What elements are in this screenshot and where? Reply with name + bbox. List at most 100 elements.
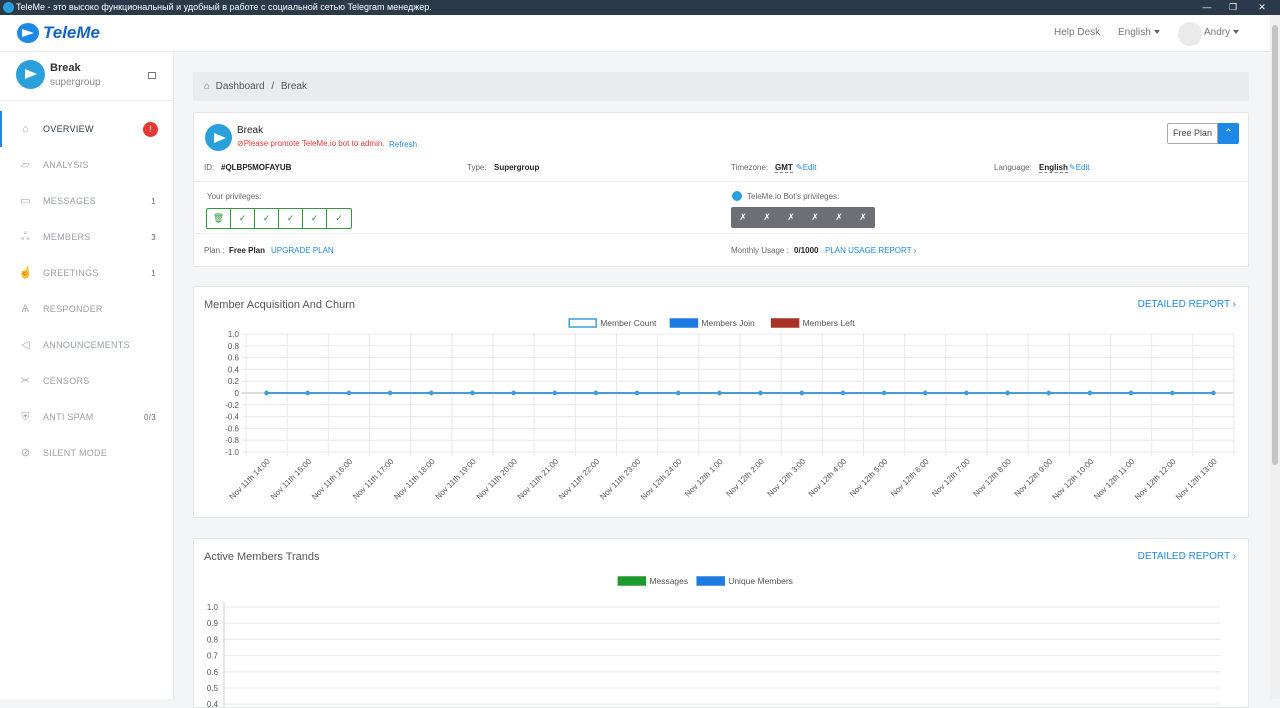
free-plan-button[interactable]: Free Plan — [1167, 123, 1218, 144]
x-tick-label: Nov 11th 16:00 — [310, 457, 355, 502]
pin-denied-icon: ✗ — [763, 212, 771, 222]
promote-warning: ⊘Please promote TeleMe.io bot to admin. — [237, 139, 385, 148]
sidebar-item-announcements[interactable]: ◁ ANNOUNCEMENTS — [0, 327, 173, 363]
data-point — [881, 390, 887, 396]
x-tick-label: Nov 12th 10:00 — [1051, 457, 1096, 502]
sidebar-item-label: MEMBERS — [43, 232, 91, 242]
settings-denied-icon: ✗ — [835, 212, 843, 222]
y-tick-label: 0.8 — [228, 342, 240, 351]
sidebar-item-overview[interactable]: ⌂ OVERVIEW! — [0, 111, 173, 147]
x-tick-label: Nov 12th 6:00 — [889, 457, 931, 499]
sidebar-item-greetings[interactable]: ☝ GREETINGS 1 — [0, 255, 173, 291]
data-point — [264, 390, 269, 396]
chevron-down-icon — [1153, 30, 1160, 35]
bot-privileges-label: TeleMe.io Bot's privileges: — [747, 192, 840, 201]
timezone-value: GMT — [775, 163, 793, 173]
sidebar-item-members[interactable]: ஃ MEMBERS 3 — [0, 219, 173, 255]
scrollbar-thumb[interactable] — [1272, 25, 1278, 465]
restore-icon[interactable]: ❐ — [1219, 0, 1247, 15]
chevron-up-icon: ⌃ — [1224, 128, 1233, 139]
switch-group-icon[interactable] — [148, 72, 156, 79]
y-tick-label: 0.7 — [207, 652, 219, 661]
member-acquisition-chart: Member Count Members Join Members Left 1.0 0… — [225, 318, 1235, 502]
edit-label: Edit — [802, 163, 817, 172]
x-tick-label: Nov 11th 20:00 — [475, 457, 520, 502]
x-tick-label: Nov 11th 17:00 — [351, 457, 396, 502]
count-badge: 0/3 — [143, 412, 156, 422]
group-name: Break — [50, 62, 81, 74]
app-icon — [3, 2, 14, 13]
count-badge: 1 — [151, 196, 156, 206]
member-acquisition-card: Member Acquisition And Churn DETAILED RE… — [193, 286, 1249, 518]
promote-denied-icon: ✗ — [859, 212, 867, 222]
data-point — [1211, 390, 1216, 396]
window-titlebar: TeleMe - это высоко функциональный и удо… — [0, 0, 1280, 15]
plan-usage-report-link[interactable]: PLAN USAGE REPORT › — [825, 246, 916, 255]
user-avatar[interactable] — [1178, 22, 1202, 46]
y-tick-label: 1.0 — [228, 330, 240, 339]
timezone-edit[interactable]: ✎Edit — [796, 163, 817, 172]
megaphone-icon: ◁ — [21, 339, 30, 351]
close-icon[interactable]: ✕ — [1248, 0, 1276, 15]
y-tick-label: 0.6 — [228, 354, 240, 363]
language-dropdown[interactable]: English — [1118, 27, 1160, 38]
data-point — [799, 390, 804, 396]
sidebar-item-silent-mode[interactable]: ⊘ SILENT MODE — [0, 435, 173, 471]
sidebar-item-anti-spam[interactable]: ⛨ ANTI SPAM 0/3 — [0, 399, 173, 435]
monthly-usage-label: Monthly Usage : — [731, 246, 789, 255]
user-menu[interactable]: Andry — [1204, 27, 1240, 38]
message-icon: ▭ — [20, 195, 31, 207]
minimize-icon[interactable]: — — [1193, 0, 1221, 15]
sidebar-item-responder[interactable]: Ѧ RESPONDER — [0, 291, 173, 327]
ban-privilege-icon: ✓ — [255, 209, 279, 228]
sidebar-item-label: ANNOUNCEMENTS — [43, 340, 130, 350]
legend-label: Member Count — [600, 318, 657, 328]
chevron-right-icon: › — [913, 246, 917, 255]
y-tick-label: -0.6 — [225, 424, 239, 433]
group-header: Break supergroup — [0, 52, 173, 101]
data-point — [923, 390, 928, 396]
divider — [194, 233, 1248, 234]
x-tick-label: Nov 11th 15:00 — [269, 457, 314, 502]
brand-logo[interactable]: TeleMe — [17, 23, 100, 43]
breadcrumb-dashboard[interactable]: Dashboard — [216, 81, 265, 92]
help-desk-link[interactable]: Help Desk — [1054, 27, 1100, 38]
active-members-chart: Messages Unique Members 1.0 0.9 0.8 0.7 0.6 0.5… — [207, 576, 1220, 707]
data-point — [758, 390, 763, 396]
sidebar-item-analysis[interactable]: ▱ ANALYSIS — [0, 147, 173, 183]
edit-icon: ✎ — [1069, 163, 1076, 172]
sidebar-item-messages[interactable]: ▭ MESSAGES 1 — [0, 183, 173, 219]
page-scrollbar[interactable] — [1270, 15, 1280, 699]
collapse-button[interactable]: ⌃ — [1218, 123, 1239, 144]
x-tick-label: Nov 11th 18:00 — [392, 457, 437, 502]
legend-swatch — [669, 318, 699, 328]
breadcrumb: ⌂ Dashboard / Break — [193, 72, 1249, 101]
type-value: Supergroup — [494, 163, 540, 172]
group-info-card: Break ⊘Please promote TeleMe.io bot to a… — [193, 112, 1249, 267]
active-members-card: Active Members Trands DETAILED REPORT › … — [193, 538, 1249, 708]
language-value: English — [1039, 163, 1068, 173]
sidebar-item-label: SILENT MODE — [43, 448, 108, 458]
scissors-icon: ✂ — [20, 375, 31, 387]
warning-text: Please promote TeleMe.io bot to admin. — [243, 139, 385, 148]
usage-report-label: PLAN USAGE REPORT — [825, 246, 912, 255]
upgrade-plan-link[interactable]: UPGRADE PLAN — [271, 246, 334, 255]
data-point — [1170, 390, 1175, 396]
top-navbar: TeleMe Help Desk English Andry — [0, 15, 1280, 52]
id-label: ID: — [204, 163, 215, 172]
invite-privilege-icon: ✓ — [279, 209, 303, 228]
user-name: Andry — [1204, 27, 1231, 38]
y-tick-label: 1.0 — [207, 603, 219, 612]
x-tick-label: Nov 12th 11:00 — [1092, 457, 1137, 502]
data-point — [634, 390, 640, 396]
home-icon: ⌂ — [22, 123, 29, 135]
x-tick-label: Nov 12th 4:00 — [807, 457, 849, 499]
refresh-link[interactable]: Refresh — [389, 140, 417, 149]
y-tick-label: 0.4 — [228, 365, 240, 374]
data-point — [470, 390, 475, 396]
y-tick-label: 0.9 — [207, 619, 219, 628]
data-point — [717, 390, 722, 396]
sidebar-item-censors[interactable]: ✂ CENSORS — [0, 363, 173, 399]
language-edit[interactable]: ✎Edit — [1069, 163, 1090, 172]
promote-privilege-icon: ✓ — [335, 213, 343, 223]
